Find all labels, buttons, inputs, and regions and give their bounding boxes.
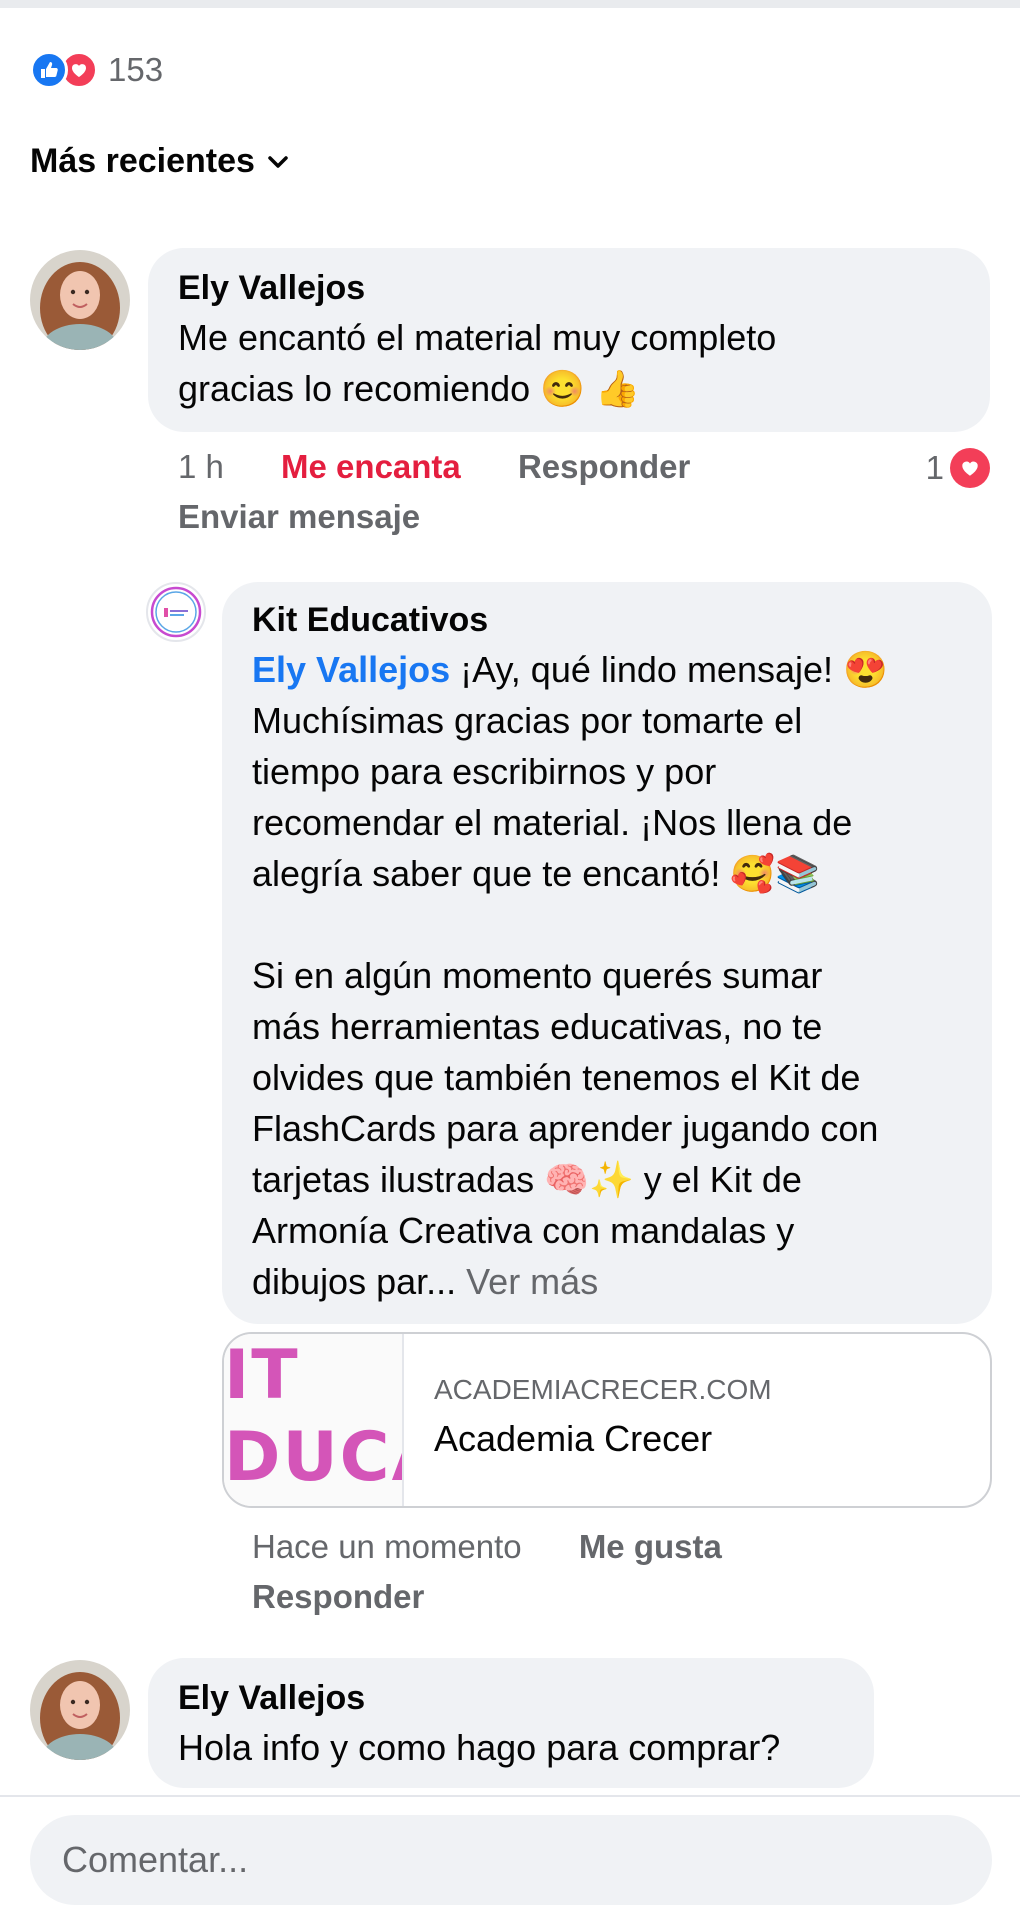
like-button[interactable]: Me gusta [579,1528,722,1565]
reply-author[interactable]: Kit Educativos [252,596,962,644]
page-avatar[interactable] [146,582,206,642]
link-title: Academia Crecer [434,1418,713,1459]
love-reaction-button[interactable]: Me encanta [281,448,461,485]
reply-button[interactable]: Responder [518,448,690,485]
reply-text-block: Ely Vallejos ¡Ay, qué lindo mensaje! 😍 M… [252,644,962,1307]
reply-button: Responder [252,1578,425,1615]
send-message-link[interactable]: Enviar mensaje [178,498,420,536]
comment-text: Hola info y como hago para comprar? [178,1727,781,1768]
reaction-count-label: 1 [925,449,944,486]
reply-actions: Hace un momento Me gusta [252,1528,722,1566]
comment-author[interactable]: Ely Vallejos [178,1674,844,1722]
comment-composer: Comentar... [0,1795,1020,1922]
link-preview-card[interactable]: IT DUCA ACADEMIACRECER.COM Academia Crec… [222,1332,992,1508]
reply-time[interactable]: Hace un momento [252,1528,522,1565]
chevron-down-icon [268,155,288,168]
reply-bubble[interactable]: Kit Educativos Ely Vallejos ¡Ay, qué lin… [222,582,992,1324]
reply-reply-link[interactable]: Responder [252,1578,424,1616]
comment-input[interactable]: Comentar... [30,1815,992,1905]
comment-bubble[interactable]: Ely Vallejos Me encantó el material muy … [148,248,990,432]
top-divider [0,0,1020,8]
send-message-label: Enviar mensaje [178,498,421,535]
sort-label: Más recientes [30,142,255,180]
reactions-summary[interactable]: 153 [30,48,163,92]
comment-time[interactable]: 1 h [178,448,224,485]
like-icon [30,51,68,89]
mention-tag[interactable]: Ely Vallejos [252,649,450,690]
reaction-count: 153 [108,51,164,88]
love-icon [950,448,990,488]
comment-bubble[interactable]: Ely Vallejos Hola info y como hago para … [148,1658,874,1788]
see-more-link[interactable]: Ver más [456,1261,598,1302]
comment-reaction-count[interactable]: 1 [926,448,990,488]
avatar[interactable] [30,250,130,350]
comment-author[interactable]: Ely Vallejos [178,264,960,312]
thumbnail-text: IT [224,1336,300,1415]
reply-text: ¡Ay, qué lindo mensaje! 😍 Muchísimas gra… [252,649,888,1302]
thumbnail-text: DUCA [224,1418,402,1497]
sort-dropdown[interactable]: Más recientes [30,142,291,181]
link-thumbnail: IT DUCA [224,1334,404,1506]
avatar[interactable] [30,1660,130,1760]
comment-text: Me encantó el material muy completo grac… [178,317,777,409]
link-domain: ACADEMIACRECER.COM [434,1374,772,1405]
comment-actions: 1 h Me encanta Responder [178,448,690,486]
